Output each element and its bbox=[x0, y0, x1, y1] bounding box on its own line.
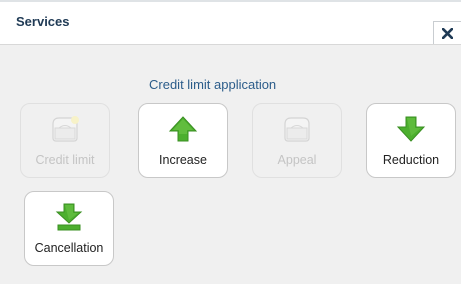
increase-label: Increase bbox=[159, 153, 207, 167]
reduction-tile[interactable]: Reduction bbox=[366, 103, 456, 178]
cancellation-tile[interactable]: Cancellation bbox=[24, 191, 114, 266]
credit-limit-tile: Credit limit bbox=[20, 103, 110, 178]
appeal-label: Appeal bbox=[277, 153, 317, 167]
folder-icon bbox=[281, 114, 313, 144]
appeal-tile: Appeal bbox=[252, 103, 342, 178]
reduction-label: Reduction bbox=[382, 153, 440, 167]
services-panel: Credit limit application Credit limit In… bbox=[0, 44, 461, 284]
credit-limit-label: Credit limit bbox=[35, 153, 95, 167]
folder-star-icon bbox=[49, 114, 81, 144]
dialog-title: Services bbox=[16, 14, 70, 29]
dialog-header: Services bbox=[0, 0, 461, 45]
increase-tile[interactable]: Increase bbox=[138, 103, 228, 178]
close-button[interactable] bbox=[433, 21, 461, 45]
arrow-down-icon bbox=[395, 114, 427, 144]
arrow-down-bar-icon bbox=[53, 202, 85, 232]
section-title: Credit limit application bbox=[149, 77, 277, 92]
arrow-up-icon bbox=[167, 114, 199, 144]
close-icon bbox=[442, 27, 453, 39]
cancellation-label: Cancellation bbox=[34, 241, 104, 255]
